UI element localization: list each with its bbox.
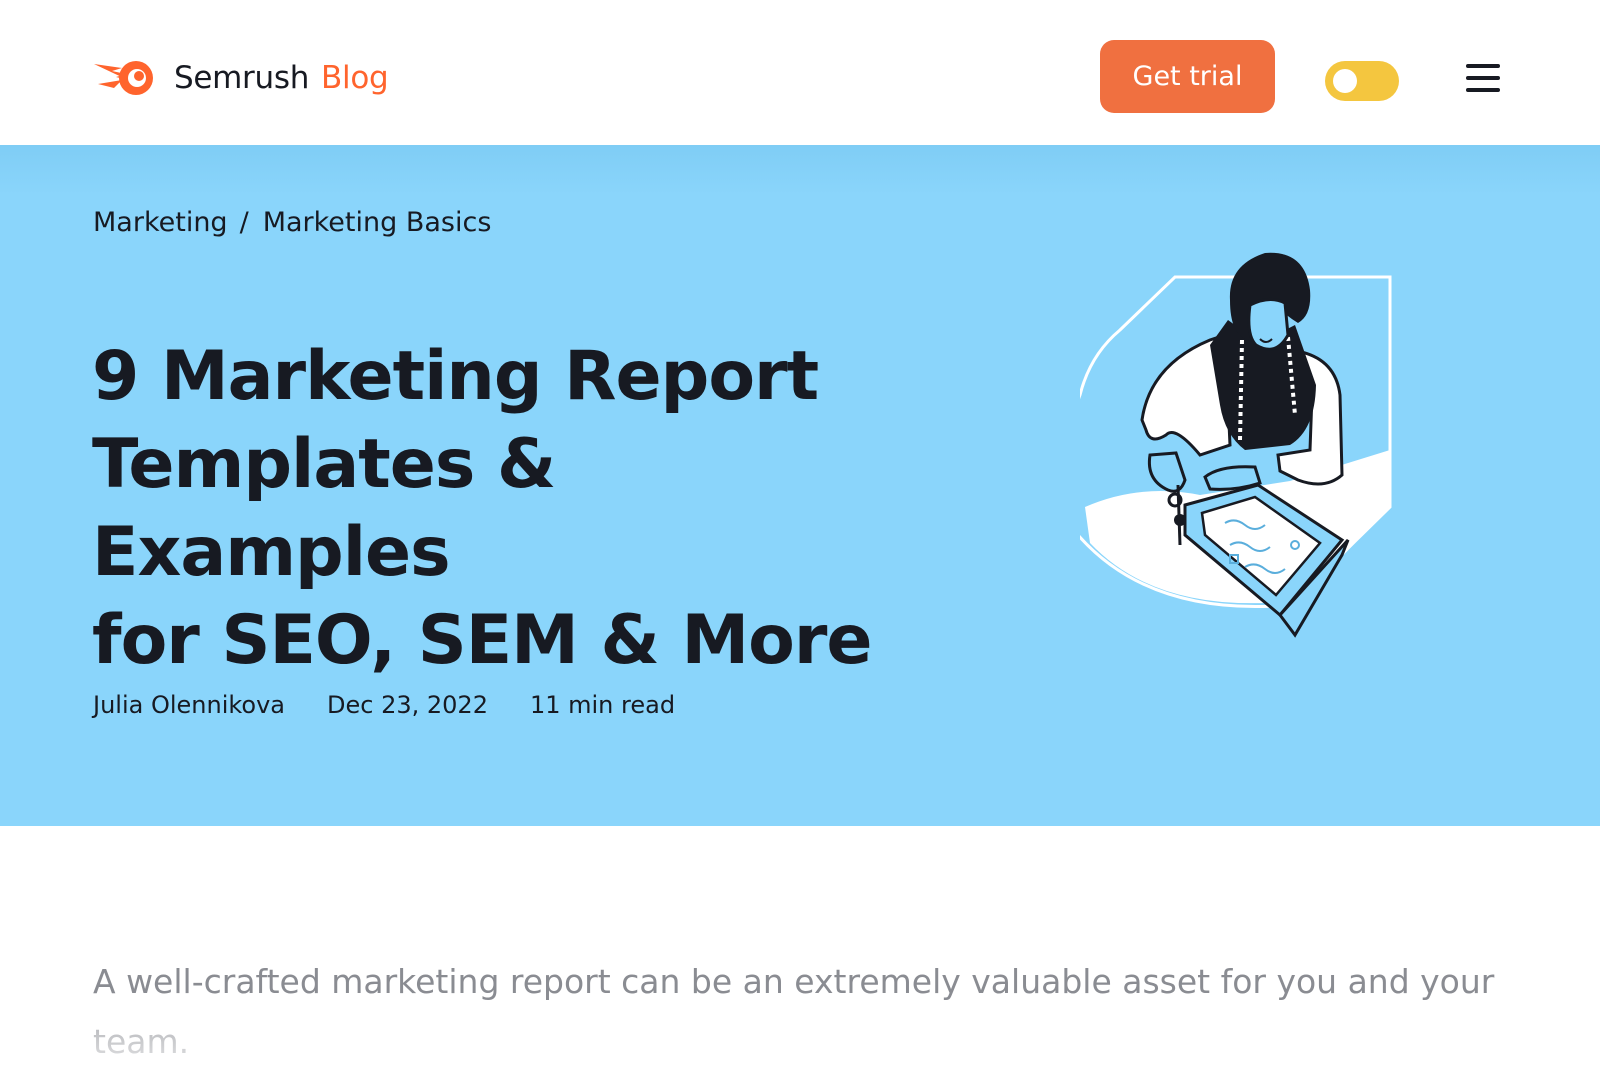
logo-text: Semrush <box>174 60 310 96</box>
read-time: 11 min read <box>529 691 676 719</box>
breadcrumb-item-marketing-basics[interactable]: Marketing Basics <box>263 207 492 238</box>
get-trial-button[interactable]: Get trial <box>1100 40 1275 113</box>
title-line: Templates & Examples <box>92 425 556 592</box>
semrush-blog-logo[interactable]: Semrush Blog <box>92 58 389 98</box>
author-link[interactable]: Julia Olennikova <box>93 691 285 719</box>
article-meta: Julia Olennikova Dec 23, 2022 11 min rea… <box>93 691 675 719</box>
hamburger-icon[interactable] <box>1466 64 1502 94</box>
logo-suffix: Blog <box>321 60 389 96</box>
article-hero: Marketing / Marketing Basics 9 Marketing… <box>0 145 1600 826</box>
theme-toggle[interactable] <box>1325 61 1399 101</box>
publish-date: Dec 23, 2022 <box>327 691 488 719</box>
title-line: 9 Marketing Report <box>92 337 819 416</box>
breadcrumb: Marketing / Marketing Basics <box>93 207 491 238</box>
breadcrumb-item-marketing[interactable]: Marketing <box>93 207 228 238</box>
semrush-logo-icon <box>94 61 153 95</box>
site-header: Semrush Blog Get trial <box>0 0 1600 145</box>
article-title: 9 Marketing Report Templates & Examples … <box>92 333 912 685</box>
title-line: for SEO, SEM & More <box>92 601 873 680</box>
tailor-illustration <box>1080 252 1392 638</box>
breadcrumb-separator: / <box>239 207 249 238</box>
toggle-knob <box>1333 69 1357 93</box>
